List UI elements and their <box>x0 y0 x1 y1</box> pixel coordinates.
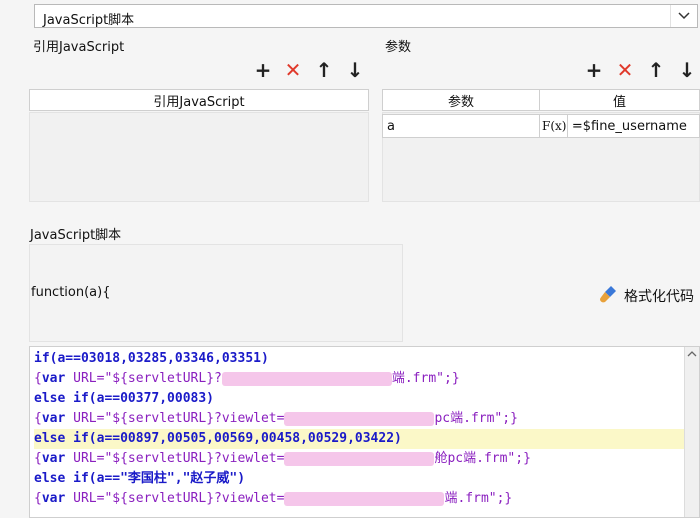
scroll-up-icon[interactable] <box>685 347 699 361</box>
redacted-text <box>221 371 392 386</box>
code-line-8: {var URL="${servletURL}?viewlet= 端.frm";} <box>34 489 512 509</box>
code-text: else if(a==00377,00083) <box>34 391 215 406</box>
code-text: URL="${servletURL}?viewlet= <box>65 491 285 506</box>
plus-icon: + <box>254 58 272 82</box>
params-label: 参数 <box>385 40 412 55</box>
code-line-6: {var URL="${servletURL}?viewlet= 舱pc端.frm… <box>34 449 531 469</box>
code-text: pc端.frm";} <box>434 411 518 426</box>
code-keyword: var <box>41 411 66 426</box>
add-param-button[interactable]: + <box>583 59 605 81</box>
code-text: if(a==03018,03285,03346,03351) <box>34 351 269 366</box>
script-type-value: JavaScript脚本 <box>43 13 135 28</box>
code-brace: { <box>34 451 42 466</box>
code-keyword: var <box>41 451 66 466</box>
arrow-up-icon: ↑ <box>647 58 665 82</box>
code-text: URL="${servletURL}?viewlet= <box>65 451 285 466</box>
chevron-down-icon[interactable] <box>670 5 697 27</box>
code-brace: { <box>34 411 42 426</box>
ref-js-column-header: 引用JavaScript <box>153 94 245 110</box>
arrow-down-icon: ↓ <box>346 58 364 82</box>
code-line-2: {var URL="${servletURL}? 端.frm";} <box>34 369 460 389</box>
move-down-ref-button[interactable]: ↓ <box>344 59 366 81</box>
move-up-ref-button[interactable]: ↑ <box>313 59 335 81</box>
arrow-up-icon: ↑ <box>315 58 333 82</box>
delete-param-button[interactable]: ✕ <box>614 59 636 81</box>
function-header-text: function(a){ <box>31 285 111 300</box>
add-ref-button[interactable]: + <box>252 59 274 81</box>
code-text: 端.frm";} <box>444 491 513 506</box>
formula-icon[interactable]: F(x) <box>540 115 568 137</box>
delete-ref-button[interactable]: ✕ <box>282 59 304 81</box>
js-script-label: JavaScript脚本 <box>30 228 122 243</box>
move-up-param-button[interactable]: ↑ <box>645 59 667 81</box>
code-text: 端.frm";} <box>391 371 460 386</box>
code-text: else if(a==00897,00505,00569,00458,00529… <box>34 431 402 446</box>
code-keyword: var <box>41 491 66 506</box>
editor-scrollbar[interactable] <box>684 347 699 517</box>
param-name-column-header: 参数 <box>383 90 541 110</box>
code-line-4: {var URL="${servletURL}?viewlet= pc端.frm"… <box>34 409 518 429</box>
code-line-1: if(a==03018,03285,03346,03351) <box>34 349 269 369</box>
params-table-header: 参数 值 <box>382 89 700 111</box>
redacted-text <box>284 411 435 426</box>
table-row[interactable]: a F(x) =$fine_username <box>382 114 700 138</box>
format-code-button[interactable]: 格式化代码 <box>598 284 694 308</box>
param-name-cell[interactable]: a <box>383 115 540 137</box>
code-keyword: var <box>41 371 66 386</box>
redacted-text <box>284 491 445 506</box>
ref-js-label: 引用JavaScript <box>33 40 125 55</box>
code-line-3: else if(a==00377,00083) <box>34 389 214 409</box>
code-text: 舱pc端.frm";} <box>434 451 531 466</box>
code-text: URL="${servletURL}?viewlet= <box>65 411 285 426</box>
move-down-param-button[interactable]: ↓ <box>676 59 698 81</box>
script-type-select[interactable]: JavaScript脚本 <box>34 4 698 28</box>
code-text: URL="${servletURL}? <box>65 371 222 386</box>
ref-js-list[interactable] <box>29 112 369 202</box>
param-value-column-header: 值 <box>613 94 627 110</box>
code-line-5: else if(a==00897,00505,00569,00458,00529… <box>34 429 684 449</box>
code-text: else if(a=="李国柱","赵子威") <box>34 471 246 486</box>
plus-icon: + <box>585 58 603 82</box>
code-editor[interactable]: if(a==03018,03285,03346,03351) {var URL=… <box>29 346 700 518</box>
code-brace: { <box>34 491 42 506</box>
ref-js-table-header: 引用JavaScript <box>29 89 369 111</box>
arrow-down-icon: ↓ <box>678 58 696 82</box>
code-line-7: else if(a=="李国柱","赵子威") <box>34 469 245 489</box>
brush-icon <box>598 284 618 308</box>
code-brace: { <box>34 371 42 386</box>
param-value-cell[interactable]: =$fine_username <box>568 115 699 137</box>
close-icon: ✕ <box>616 58 634 82</box>
format-code-label: 格式化代码 <box>624 289 694 305</box>
close-icon: ✕ <box>284 58 302 82</box>
redacted-text <box>284 451 435 466</box>
